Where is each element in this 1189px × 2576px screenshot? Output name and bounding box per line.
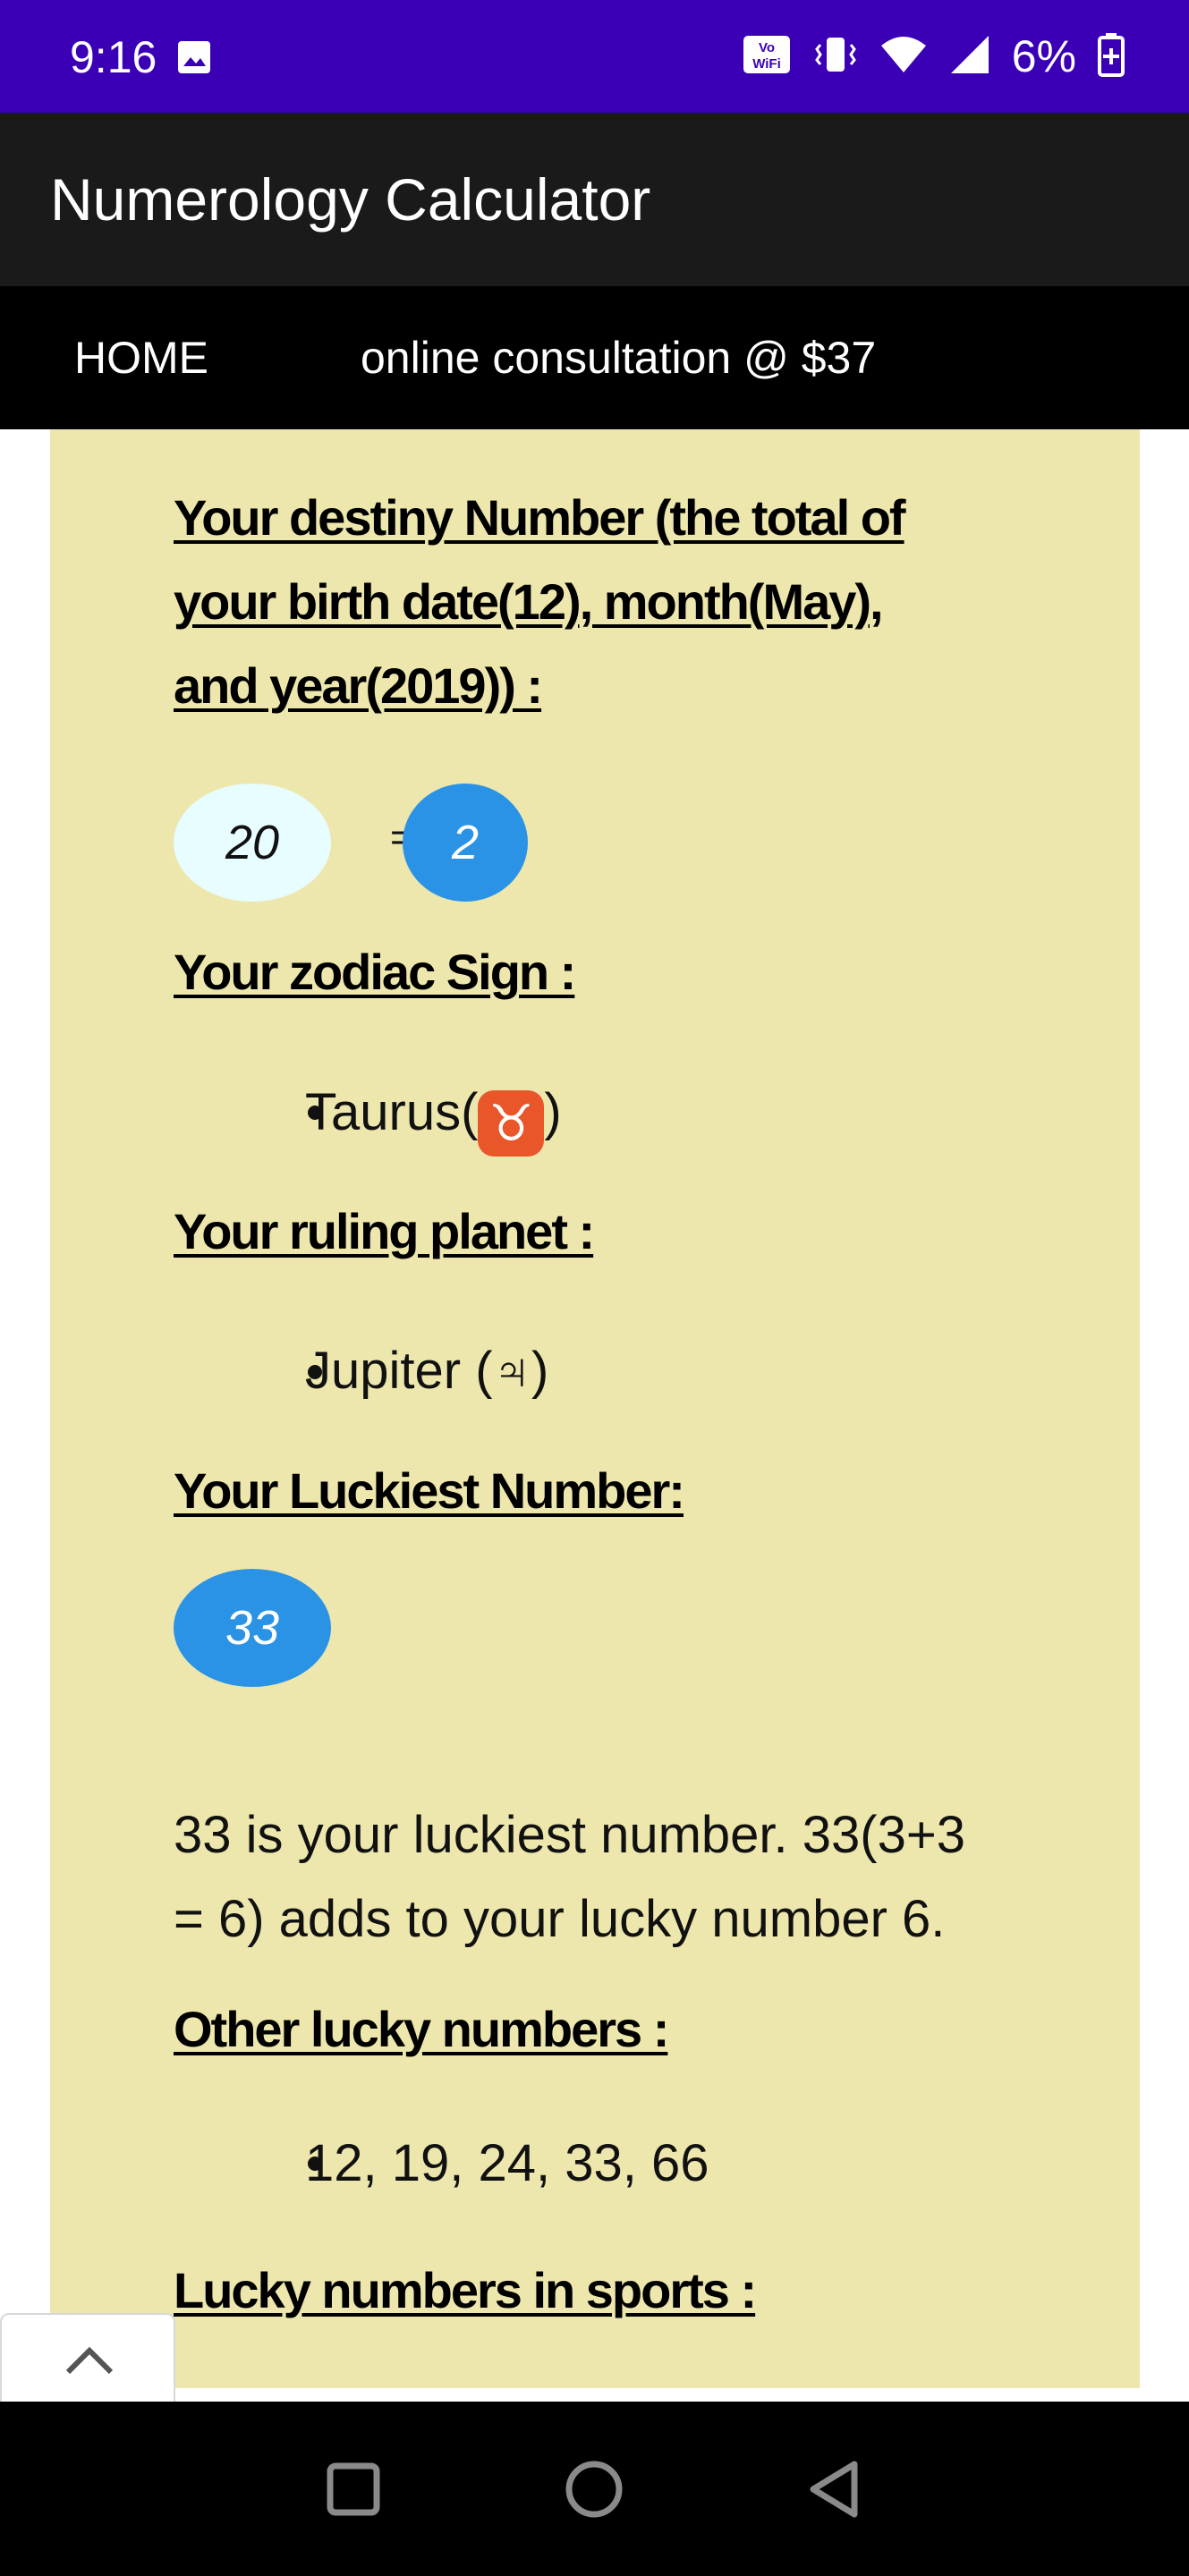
vowifi-icon: Vo WiFi	[742, 34, 792, 80]
vibrate-icon	[813, 34, 858, 80]
luckiest-number-bubble: 33	[174, 1569, 331, 1687]
luckiest-description-line: 33 is your luckiest number. 33(3+3	[174, 1806, 965, 1864]
zodiac-sign-name: Taurus(	[305, 1083, 479, 1141]
destiny-total-bubble: 20	[174, 784, 331, 902]
zodiac-sign-close: )	[544, 1083, 562, 1141]
app-bar: Numerology Calculator	[0, 113, 1189, 286]
zodiac-sign: Taurus(♉)	[305, 1077, 562, 1157]
wifi-icon	[879, 35, 928, 79]
back-button[interactable]	[799, 2453, 871, 2525]
sports-heading: Lucky numbers in sports :	[174, 2262, 757, 2318]
other-lucky-heading: Other lucky numbers :	[174, 2001, 669, 2057]
app-title: Numerology Calculator	[50, 166, 651, 233]
svg-text:Vo: Vo	[759, 40, 775, 55]
nav-consultation-link[interactable]: online consultation @ $37	[361, 329, 876, 386]
luckiest-description-line: = 6) adds to your lucky number 6.	[174, 1890, 946, 1948]
nav-home-link[interactable]: HOME	[74, 329, 208, 386]
svg-text:WiFi: WiFi	[752, 56, 781, 72]
home-button[interactable]	[558, 2453, 630, 2525]
planet-heading: Your ruling planet :	[174, 1203, 595, 1259]
chevron-up-icon	[65, 2346, 114, 2375]
status-icons: Vo WiFi 6%	[742, 27, 1125, 86]
ruling-planet: Jupiter (♃)	[305, 1342, 549, 1400]
scroll-to-top-button[interactable]	[0, 2313, 175, 2406]
battery-percent: 6%	[1011, 31, 1076, 81]
destiny-heading-line: your birth date(12), month(May),	[174, 573, 884, 630]
other-lucky-values: 12, 19, 24, 33, 66	[305, 2134, 709, 2192]
luckiest-number-heading: Your Luckiest Number:	[174, 1462, 685, 1519]
destiny-number-bubble: 2	[403, 784, 528, 902]
gallery-icon	[176, 39, 212, 75]
status-time: 9:16	[70, 32, 157, 82]
destiny-heading: Your destiny Number (the total of your b…	[174, 476, 1032, 728]
square-icon	[327, 2462, 380, 2516]
recents-button[interactable]	[318, 2453, 389, 2525]
battery-icon	[1098, 32, 1125, 81]
destiny-heading-line: and year(2019)) :	[174, 657, 543, 714]
system-nav-bar	[0, 2402, 1189, 2576]
result-card: Your destiny Number (the total of your b…	[50, 429, 1140, 2388]
luckiest-description: 33 is your luckiest number. 33(3+3 = 6) …	[174, 1793, 1050, 1962]
back-triangle-icon	[810, 2461, 858, 2518]
signal-icon	[949, 34, 990, 80]
status-bar: 9:16 Vo WiFi 6%	[0, 0, 1189, 113]
taurus-icon: ♉	[478, 1090, 545, 1157]
main-content[interactable]: Your destiny Number (the total of your b…	[0, 429, 1189, 2402]
zodiac-heading: Your zodiac Sign :	[174, 944, 576, 1000]
circle-icon	[565, 2461, 623, 2518]
destiny-heading-line: Your destiny Number (the total of	[174, 489, 906, 546]
top-nav: HOME online consultation @ $37	[0, 286, 1189, 429]
